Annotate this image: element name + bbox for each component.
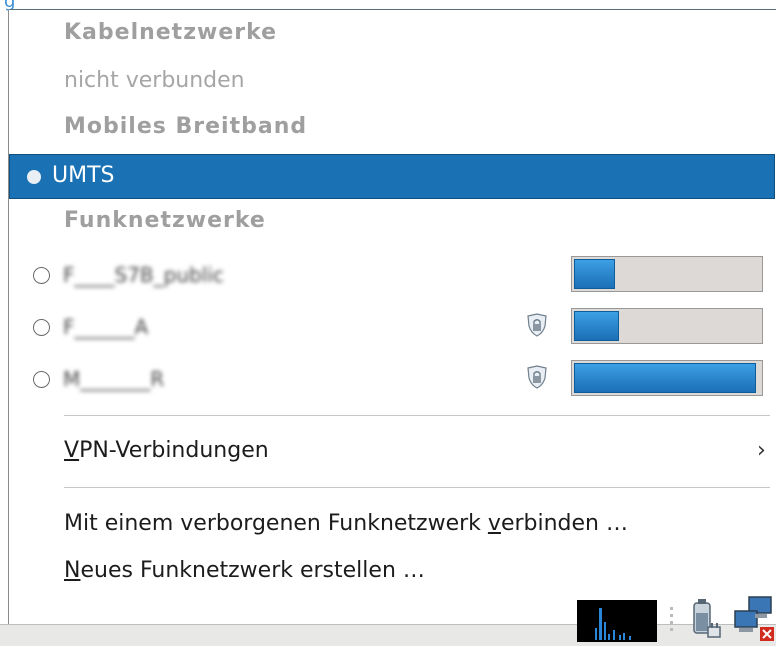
radio-icon xyxy=(33,371,50,388)
panel-taskbar xyxy=(0,596,776,646)
wifi-ssid: F______A xyxy=(63,315,149,339)
signal-strength-bar xyxy=(571,308,763,344)
system-monitor-icon[interactable] xyxy=(577,600,657,642)
network-disconnected-icon[interactable] xyxy=(733,595,776,647)
mobile-connection-label: UMTS xyxy=(52,163,115,188)
mobile-section-header: Mobiles Breitband xyxy=(64,114,308,139)
new-network-mnemonic: N xyxy=(64,558,81,583)
wireless-section-header: Funknetzwerke xyxy=(64,208,266,233)
wifi-network-row[interactable]: F____S7B_public xyxy=(9,253,775,297)
active-radio-icon xyxy=(27,170,41,184)
signal-fill xyxy=(574,259,615,289)
signal-strength-bar xyxy=(571,256,763,292)
shield-lock-icon xyxy=(527,365,547,389)
separator xyxy=(64,487,770,488)
radio-icon xyxy=(33,319,50,336)
hidden-network-mnemonic: v xyxy=(487,511,501,536)
connect-hidden-network-item[interactable]: Mit einem verborgenen Funknetzwerk verbi… xyxy=(64,511,628,536)
radio-icon xyxy=(33,267,50,284)
signal-fill xyxy=(574,363,756,393)
wifi-network-row[interactable]: F______A xyxy=(9,305,775,349)
signal-strength-bar xyxy=(571,360,763,396)
signal-fill xyxy=(574,311,619,341)
hidden-network-prefix: Mit einem verborgenen Funknetzwerk xyxy=(64,511,488,536)
shield-lock-icon xyxy=(527,313,547,337)
vpn-connections-item[interactable]: VPN-Verbindungen xyxy=(64,438,269,463)
wired-section-header: Kabelnetzwerke xyxy=(64,20,278,45)
top-strip: g xyxy=(0,0,776,12)
network-menu: Kabelnetzwerke nicht verbunden Mobiles B… xyxy=(8,10,776,624)
vpn-label: PN-Verbindungen xyxy=(79,438,269,463)
mobile-connection-umts[interactable]: UMTS xyxy=(9,154,775,199)
submenu-arrow-icon: › xyxy=(757,438,766,463)
vpn-mnemonic: V xyxy=(64,438,80,463)
tray-separator xyxy=(670,603,676,639)
create-new-network-item[interactable]: Neues Funknetzwerk erstellen … xyxy=(64,558,425,583)
new-network-label: eues Funknetzwerk erstellen … xyxy=(80,558,425,583)
battery-plug-icon[interactable] xyxy=(686,597,726,645)
wifi-ssid: F____S7B_public xyxy=(63,263,224,287)
hidden-network-suffix: erbinden … xyxy=(500,511,628,536)
wifi-ssid: M_______R xyxy=(63,367,165,391)
wired-status: nicht verbunden xyxy=(64,68,245,93)
wifi-network-row[interactable]: M_______R xyxy=(9,357,775,401)
separator xyxy=(64,415,770,416)
